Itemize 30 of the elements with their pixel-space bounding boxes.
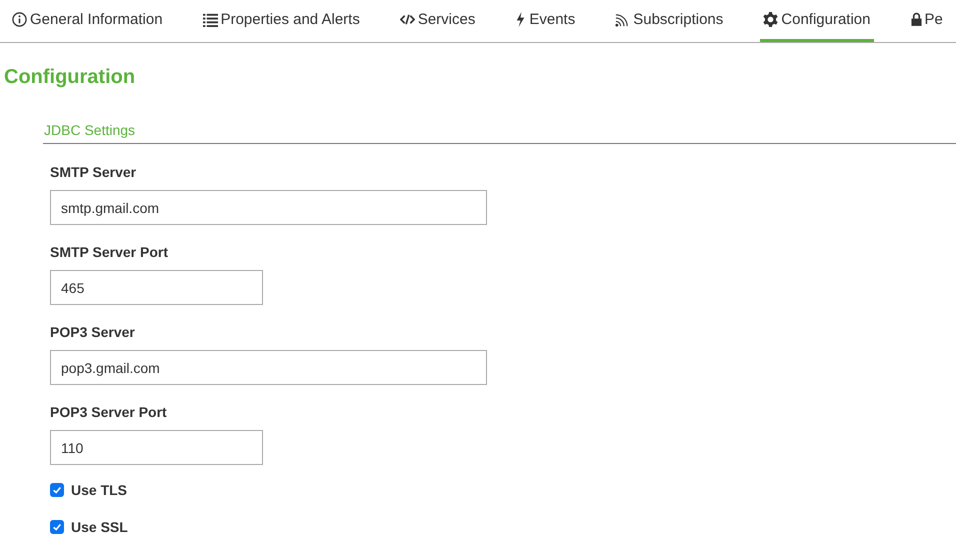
tab[interactable]: Configuration [760, 0, 874, 42]
field-label: POP3 Server [50, 324, 136, 340]
bolt-icon [515, 12, 526, 27]
checkbox[interactable] [50, 520, 64, 534]
input-field[interactable]: smtp.gmail.com [50, 190, 487, 225]
input-field[interactable]: pop3.gmail.com [50, 350, 487, 385]
tab[interactable]: Events [512, 0, 578, 42]
tab[interactable]: Subscriptions [612, 0, 726, 42]
gear-icon [763, 12, 778, 27]
checkmark-icon [52, 485, 62, 495]
checkbox[interactable] [50, 483, 64, 497]
code-icon [400, 12, 415, 27]
field-label: SMTP Server [50, 164, 138, 180]
field-label: SMTP Server Port [50, 244, 170, 260]
section-title: JDBC Settings [43, 122, 956, 144]
input-field[interactable]: 465 [50, 270, 263, 305]
feed-icon [615, 12, 630, 27]
checkmark-icon [52, 522, 62, 532]
checkbox-label: Use SSL [71, 519, 128, 535]
info-icon [12, 12, 27, 27]
input-field[interactable]: 110 [50, 430, 263, 465]
tab[interactable]: Properties and Alerts [200, 0, 363, 42]
tab[interactable]: General Information [9, 0, 166, 42]
checkbox-label: Use TLS [71, 482, 128, 498]
tab[interactable]: Services [396, 0, 478, 42]
tab[interactable]: Pe [908, 0, 946, 42]
list-icon [202, 12, 218, 27]
field-label: POP3 Server Port [50, 404, 168, 420]
lock-icon [910, 12, 922, 27]
page-heading: Configuration [4, 65, 136, 89]
